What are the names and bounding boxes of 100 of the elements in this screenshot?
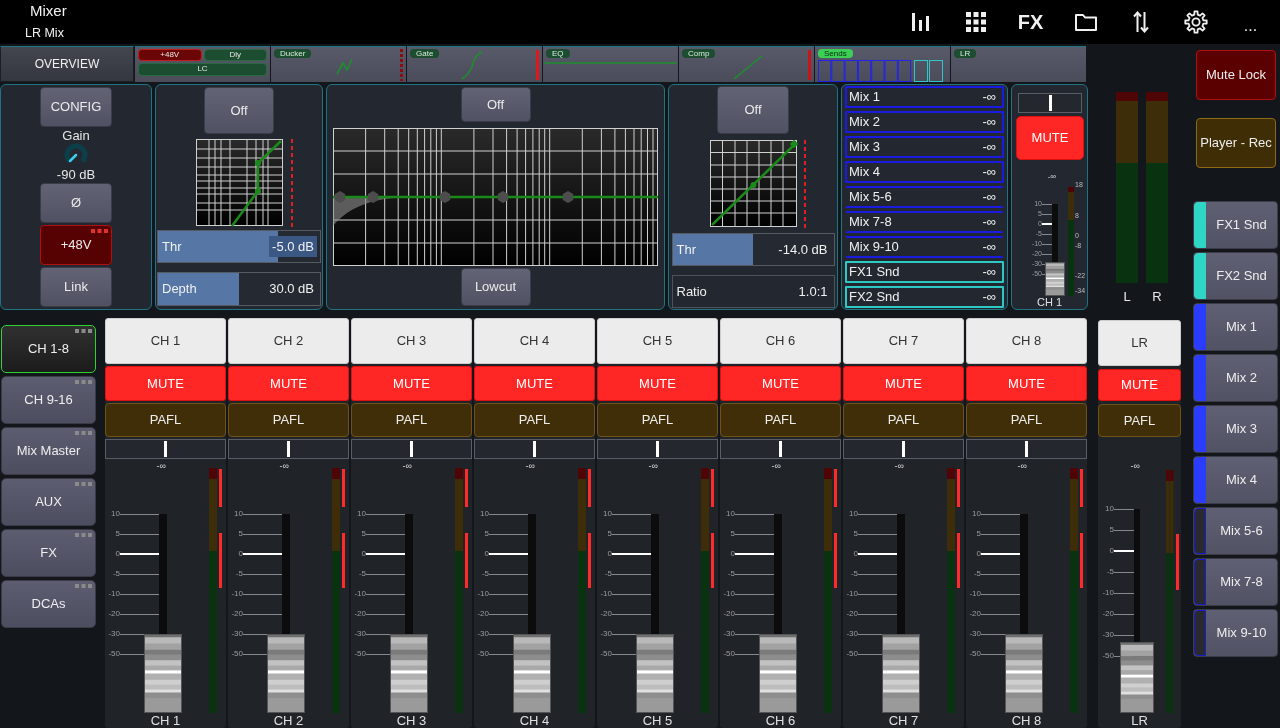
fader-knob[interactable]: [1120, 641, 1154, 713]
bank-button[interactable]: AUX: [1, 478, 96, 526]
mute-button[interactable]: MUTE: [351, 366, 472, 401]
side-button[interactable]: Player - Rec: [1196, 118, 1276, 168]
pan-slider[interactable]: [843, 439, 964, 459]
comp-threshold-slider[interactable]: Thr -14.0 dB: [671, 233, 835, 266]
layer-button[interactable]: Mix 4: [1193, 456, 1278, 504]
pafl-button[interactable]: PAFL: [597, 403, 718, 437]
comp-overview-panel[interactable]: Comp: [679, 46, 814, 82]
layer-button[interactable]: FX1 Snd: [1193, 201, 1278, 249]
channel-name-button[interactable]: CH 6: [720, 318, 841, 364]
pan-handle[interactable]: [287, 441, 290, 457]
send-row[interactable]: FX1 Snd -∞: [845, 261, 1004, 283]
preamp-button[interactable]: Ø: [40, 183, 112, 223]
more-button[interactable]: ...: [1243, 9, 1258, 35]
pafl-button[interactable]: PAFL: [105, 403, 226, 437]
folder-icon[interactable]: [1074, 13, 1097, 31]
channel-name-button[interactable]: CH 8: [966, 318, 1087, 364]
gate-overview-panel[interactable]: Gate: [407, 46, 542, 82]
channel-name-button[interactable]: CH 1: [105, 318, 226, 364]
bank-button[interactable]: FX: [1, 529, 96, 577]
mute-button[interactable]: MUTE: [720, 366, 841, 401]
channel-name-button[interactable]: CH 4: [474, 318, 595, 364]
gate-slider[interactable]: Thr -5.0 dB: [157, 230, 321, 263]
fader-knob[interactable]: [636, 634, 674, 713]
bank-button[interactable]: DCAs: [1, 580, 96, 628]
mute-button[interactable]: MUTE: [1016, 116, 1084, 160]
pan-slider[interactable]: [474, 439, 595, 459]
pafl-button[interactable]: PAFL: [1098, 404, 1181, 437]
pan-slider[interactable]: [228, 439, 349, 459]
up-down-arrows-icon[interactable]: [1132, 11, 1149, 33]
send-row[interactable]: FX2 Snd -∞: [845, 286, 1004, 308]
bank-button[interactable]: CH 9-16: [1, 376, 96, 424]
mute-button[interactable]: MUTE: [966, 366, 1087, 401]
pan-handle[interactable]: [164, 441, 167, 457]
layer-button[interactable]: Mix 1: [1193, 303, 1278, 351]
channel-name-button[interactable]: CH 7: [843, 318, 964, 364]
pafl-button[interactable]: PAFL: [351, 403, 472, 437]
channel-name-button[interactable]: CH 5: [597, 318, 718, 364]
send-row[interactable]: Mix 2 -∞: [845, 111, 1004, 133]
fader-track[interactable]: [1045, 204, 1065, 296]
bank-button[interactable]: CH 1-8: [1, 325, 96, 373]
preamp-button[interactable]: +48V: [40, 225, 112, 265]
channel-name-button[interactable]: CH 3: [351, 318, 472, 364]
pan-slider[interactable]: [1018, 93, 1082, 113]
fader-knob[interactable]: [1005, 634, 1043, 713]
fader-knob[interactable]: [513, 634, 551, 713]
pan-handle[interactable]: [1025, 441, 1028, 457]
input-overview-panel[interactable]: +48V Dly LC: [135, 46, 270, 82]
overview-button[interactable]: OVERVIEW: [0, 46, 134, 82]
layer-button[interactable]: Mix 3: [1193, 405, 1278, 453]
fader-knob[interactable]: [144, 634, 182, 713]
pan-slider[interactable]: [351, 439, 472, 459]
layer-button[interactable]: Mix 9-10: [1193, 609, 1278, 657]
gate-slider[interactable]: Depth 30.0 dB: [157, 272, 321, 306]
pan-handle[interactable]: [779, 441, 782, 457]
pafl-button[interactable]: PAFL: [843, 403, 964, 437]
pafl-button[interactable]: PAFL: [966, 403, 1087, 437]
fader-knob[interactable]: [759, 634, 797, 713]
preamp-button[interactable]: Link: [40, 267, 112, 307]
fader-knob[interactable]: [390, 634, 428, 713]
pan-handle[interactable]: [410, 441, 413, 457]
fader-knob[interactable]: [267, 634, 305, 713]
config-button[interactable]: CONFIG: [40, 87, 112, 127]
bank-button[interactable]: Mix Master: [1, 427, 96, 475]
eq-off-button[interactable]: Off: [460, 87, 531, 122]
pan-slider[interactable]: [105, 439, 226, 459]
eq-overview-panel[interactable]: EQ: [543, 46, 678, 82]
pan-handle[interactable]: [902, 441, 905, 457]
meter-bars-icon[interactable]: [912, 13, 929, 31]
layer-button[interactable]: Mix 5-6: [1193, 507, 1278, 555]
fader-knob[interactable]: [1045, 262, 1065, 296]
layer-button[interactable]: Mix 7-8: [1193, 558, 1278, 606]
pafl-button[interactable]: PAFL: [228, 403, 349, 437]
pafl-button[interactable]: PAFL: [474, 403, 595, 437]
send-row[interactable]: Mix 4 -∞: [845, 161, 1004, 183]
pafl-button[interactable]: PAFL: [720, 403, 841, 437]
sends-overview-panel[interactable]: Sends: [815, 46, 950, 82]
grid-icon[interactable]: [965, 12, 986, 32]
gate-off-button[interactable]: Off: [204, 87, 274, 134]
ratio-field[interactable]: Ratio 1.0:1: [671, 275, 835, 308]
mute-button[interactable]: MUTE: [1098, 369, 1181, 401]
ducker-overview-panel[interactable]: Ducker: [271, 46, 406, 82]
mute-button[interactable]: MUTE: [228, 366, 349, 401]
comp-off-button[interactable]: Off: [717, 86, 789, 134]
send-row[interactable]: Mix 9-10 -∞: [845, 236, 1004, 258]
send-row[interactable]: Mix 1 -∞: [845, 86, 1004, 108]
pan-handle[interactable]: [533, 441, 536, 457]
pan-handle[interactable]: [1048, 95, 1052, 111]
settings-icon[interactable]: [1183, 10, 1208, 34]
pan-slider[interactable]: [966, 439, 1087, 459]
fx-button[interactable]: FX: [1017, 11, 1044, 33]
channel-name-button[interactable]: LR: [1098, 320, 1181, 366]
mute-button[interactable]: MUTE: [474, 366, 595, 401]
channel-name-button[interactable]: CH 2: [228, 318, 349, 364]
fader-knob[interactable]: [882, 634, 920, 713]
layer-button[interactable]: Mix 2: [1193, 354, 1278, 402]
pan-slider[interactable]: [597, 439, 718, 459]
send-row[interactable]: Mix 7-8 -∞: [845, 211, 1004, 233]
lr-overview-panel[interactable]: LR: [951, 46, 1086, 82]
